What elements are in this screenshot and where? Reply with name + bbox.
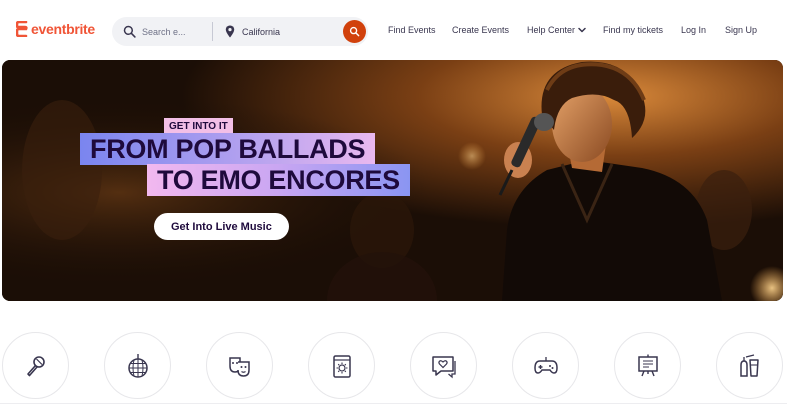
top-navigation-bar: eventbrite Find Events Create Events Hel… xyxy=(0,0,787,60)
category-icons-row xyxy=(0,330,787,400)
category-hobbies[interactable] xyxy=(512,332,579,399)
search-icon xyxy=(349,26,360,37)
location-input[interactable] xyxy=(242,23,327,40)
get-into-live-music-button[interactable]: Get Into Live Music xyxy=(154,213,289,240)
dating-chat-icon xyxy=(431,355,456,378)
nav-sign-up[interactable]: Sign Up xyxy=(725,25,757,35)
nav-find-events[interactable]: Find Events xyxy=(388,25,436,35)
theater-masks-icon xyxy=(228,356,250,377)
category-performing-arts[interactable] xyxy=(206,332,273,399)
eventbrite-logo[interactable]: eventbrite xyxy=(16,21,95,37)
nav-help-center[interactable]: Help Center xyxy=(527,25,586,35)
category-business[interactable] xyxy=(614,332,681,399)
hero-banner[interactable]: GET INTO IT FROM POP BALLADS TO EMO ENCO… xyxy=(2,60,783,301)
section-divider xyxy=(0,403,787,404)
nav-log-in[interactable]: Log In xyxy=(681,25,706,35)
disco-ball-icon xyxy=(127,353,148,378)
microphone-icon xyxy=(26,355,45,376)
search-events-input[interactable] xyxy=(142,23,204,40)
business-board-icon xyxy=(637,354,658,376)
search-divider xyxy=(212,22,213,41)
hero-headline-line-1: FROM POP BALLADS xyxy=(80,133,376,165)
category-holidays[interactable] xyxy=(308,332,375,399)
search-icon xyxy=(123,25,136,38)
holiday-calendar-icon xyxy=(332,354,351,378)
category-music[interactable] xyxy=(2,332,69,399)
eventbrite-logo-icon xyxy=(16,21,28,37)
location-pin-icon xyxy=(225,25,235,38)
help-center-label: Help Center xyxy=(527,25,576,35)
category-nightlife[interactable] xyxy=(104,332,171,399)
hero-headline-line-2: TO EMO ENCORES xyxy=(147,164,410,196)
game-controller-icon xyxy=(533,356,558,374)
chevron-down-icon xyxy=(578,27,586,33)
category-dating[interactable] xyxy=(410,332,477,399)
search-bar xyxy=(112,17,368,46)
nav-create-events[interactable]: Create Events xyxy=(452,25,509,35)
food-drink-icon xyxy=(739,353,759,377)
logo-text: eventbrite xyxy=(31,21,95,37)
category-food-and-drink[interactable] xyxy=(716,332,783,399)
nav-find-my-tickets[interactable]: Find my tickets xyxy=(603,25,663,35)
search-submit-button[interactable] xyxy=(343,20,366,43)
